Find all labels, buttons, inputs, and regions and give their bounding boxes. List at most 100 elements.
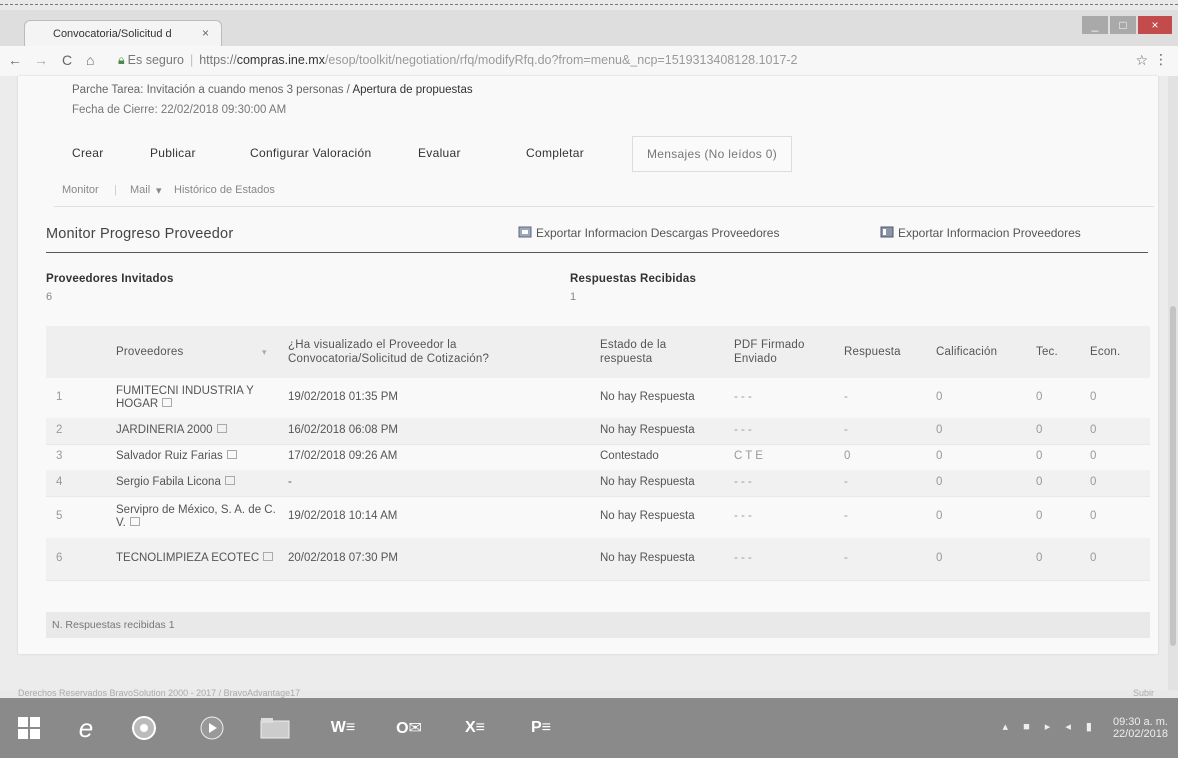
table-row: 5 Servipro de México, S. A. de C. V. 19/02… (46, 496, 1150, 539)
viewed-date: 17/02/2018 09:26 AM (288, 450, 398, 462)
excel-icon[interactable]: X≡ (450, 706, 500, 750)
sort-icon[interactable]: ▾ (262, 345, 267, 359)
score-value: 0 (936, 476, 943, 488)
url-path: /esop/toolkit/negotiation/rfq/modifyRfq.… (324, 53, 798, 67)
chrome-icon[interactable] (124, 706, 164, 750)
browser-menu-icon[interactable]: ⋮ (1154, 51, 1168, 68)
scroll-up-link[interactable]: Subir (1133, 688, 1154, 698)
section-divider (46, 252, 1148, 253)
system-tray-icons[interactable]: ▴ ■ ▸ ◂ ▮ (1003, 720, 1099, 733)
scrollbar-thumb[interactable] (1170, 306, 1176, 646)
copyright-text: Derechos Reservados BravoSolution 2000 -… (18, 688, 301, 698)
supplier-name-link[interactable]: Sergio Fabila Licona (116, 476, 276, 489)
subnav-historico[interactable]: Histórico de Estados (174, 184, 275, 196)
tab-completar[interactable]: Completar (526, 136, 584, 170)
export-downloads-icon (518, 226, 532, 238)
internet-explorer-icon[interactable]: e (66, 706, 106, 750)
page-scrollbar[interactable] (1168, 76, 1178, 690)
tab-crear[interactable]: Crear (72, 136, 104, 170)
subnav-separator: | (114, 184, 117, 196)
supplier-name-link[interactable]: Salvador Ruiz Farias (116, 450, 276, 463)
response-status: No hay Respuesta (600, 510, 695, 522)
tab-mensajes[interactable]: Mensajes (No leídos 0) (632, 136, 792, 172)
response-status: No hay Respuesta (600, 552, 695, 564)
supplier-name-link[interactable]: TECNOLIMPIEZA ECOTEC (116, 552, 276, 565)
export-downloads-label: Exportar Informacion Descargas Proveedor… (536, 226, 780, 240)
row-number: 4 (56, 476, 63, 488)
address-separator: | (189, 53, 194, 67)
supplier-name-link[interactable]: JARDINERIA 2000 (116, 424, 276, 437)
row-number: 2 (56, 424, 63, 436)
table-row: 6 TECNOLIMPIEZA ECOTEC 20/02/2018 07:30 PM… (46, 538, 1150, 581)
supplier-name: Sergio Fabila Licona (116, 476, 221, 488)
windows-start-icon[interactable] (14, 706, 44, 750)
subnav-monitor[interactable]: Monitor (62, 184, 99, 196)
lock-icon: 🔒︎ (118, 53, 125, 67)
score-value: 0 (936, 391, 943, 403)
open-link-icon[interactable] (224, 476, 235, 485)
econ-value: 0 (1090, 450, 1097, 462)
home-icon[interactable]: ⌂ (86, 52, 94, 68)
open-link-icon[interactable] (226, 450, 237, 459)
response-value: - (844, 424, 848, 436)
clock-date: 22/02/2018 (1112, 728, 1168, 740)
pdf-signed: - - - (734, 510, 752, 522)
url-scheme: https:// (199, 53, 237, 67)
minimize-icon[interactable]: _ (1082, 16, 1108, 34)
word-icon[interactable]: W≡ (318, 706, 368, 750)
tab-configurar-valoracion[interactable]: Configurar Valoración (250, 136, 371, 170)
close-date: Fecha de Cierre: 22/02/2018 09:30:00 AM (72, 104, 287, 116)
back-arrow-icon[interactable]: ← (8, 52, 22, 68)
econ-value: 0 (1090, 391, 1097, 403)
table-footer: N. Respuestas recibidas 1 (46, 612, 1150, 638)
response-value: - (844, 476, 848, 488)
task-prefix: Parche Tarea: Invitación a cuando menos … (72, 84, 350, 96)
open-link-icon[interactable] (162, 398, 173, 407)
tab-evaluar[interactable]: Evaluar (418, 136, 461, 170)
open-link-icon[interactable] (263, 552, 274, 561)
score-value: 0 (936, 450, 943, 462)
open-link-icon[interactable] (129, 517, 140, 526)
bookmark-star-icon[interactable]: ☆ (1135, 52, 1148, 69)
supplier-name: FUMITECNI INDUSTRIA Y HOGAR (116, 385, 254, 410)
browser-chrome: Convocatoria/Solicitud d × _ □ × ← → C ⌂ 🔒… (0, 10, 1178, 77)
pdf-signed: C T E (734, 450, 763, 462)
forward-arrow-icon[interactable]: → (34, 52, 48, 68)
row-number: 3 (56, 450, 63, 462)
export-suppliers-link[interactable]: Exportar Informacion Proveedores (880, 226, 1081, 240)
pdf-signed: - - - (734, 552, 752, 564)
tab-publicar[interactable]: Publicar (150, 136, 196, 170)
secure-label: Es seguro (127, 53, 184, 67)
section-title: Monitor Progreso Proveedor (46, 226, 234, 242)
table-row: 2 JARDINERIA 2000 16/02/2018 06:08 PM No ha… (46, 418, 1150, 445)
response-status: No hay Respuesta (600, 391, 695, 403)
header-pdf: PDF Firmado Enviado (734, 339, 805, 365)
mail-dropdown-icon[interactable]: ▾ (156, 184, 162, 197)
header-proveedores[interactable]: Proveedores (116, 345, 183, 359)
clock[interactable]: 09:30 a. m. 22/02/2018 (1113, 716, 1168, 740)
address-bar[interactable]: 🔒︎ Es seguro | https://compras.ine.mx/esop/… (118, 49, 1138, 72)
response-value: - (844, 391, 848, 403)
table-row: 3 Salvador Ruiz Farias 17/02/2018 09:26 AM… (46, 444, 1150, 471)
econ-value: 0 (1090, 424, 1097, 436)
supplier-name-link[interactable]: FUMITECNI INDUSTRIA Y HOGAR (116, 385, 276, 411)
outlook-icon[interactable]: O✉ (384, 706, 434, 750)
powerpoint-icon[interactable]: P≡ (516, 706, 566, 750)
media-player-icon[interactable] (192, 706, 232, 750)
export-downloads-link[interactable]: Exportar Informacion Descargas Proveedor… (518, 226, 779, 240)
reload-icon[interactable]: C (62, 52, 72, 68)
file-explorer-icon[interactable] (252, 706, 298, 750)
pdf-signed: - - - (734, 476, 752, 488)
window-close-icon[interactable]: × (1138, 16, 1172, 34)
close-tab-icon[interactable]: × (202, 26, 209, 40)
supplier-name-link[interactable]: Servipro de México, S. A. de C. V. (116, 504, 276, 530)
response-status: No hay Respuesta (600, 424, 695, 436)
maximize-icon[interactable]: □ (1110, 16, 1136, 34)
subnav-mail[interactable]: Mail (130, 184, 150, 196)
header-calificacion: Calificación (936, 346, 998, 358)
browser-tab[interactable]: Convocatoria/Solicitud d × (24, 20, 222, 47)
viewed-date: 16/02/2018 06:08 PM (288, 424, 398, 436)
tec-value: 0 (1036, 424, 1043, 436)
pdf-signed: - - - (734, 424, 752, 436)
open-link-icon[interactable] (216, 424, 227, 433)
